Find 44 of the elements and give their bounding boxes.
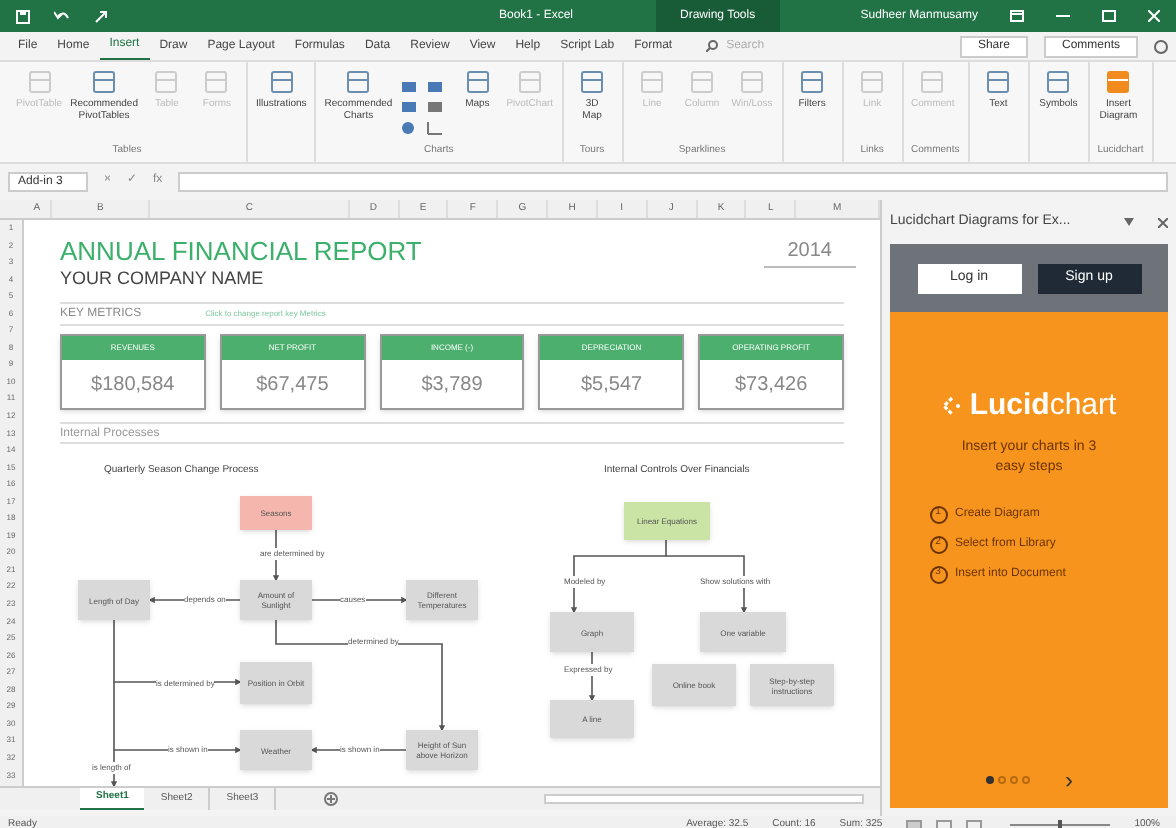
zoom-slider-thumb[interactable] bbox=[1058, 820, 1063, 828]
horizontal-scrollbar[interactable] bbox=[544, 794, 864, 804]
ribbon-display-icon bbox=[1010, 10, 1024, 22]
lucidchart-logo-icon bbox=[941, 396, 962, 417]
command-icon bbox=[269, 70, 294, 94]
add-sheet-icon bbox=[324, 792, 339, 806]
command-icon bbox=[27, 70, 52, 94]
next-button[interactable]: › bbox=[1065, 768, 1073, 792]
command-icon bbox=[800, 70, 825, 94]
undo-icon bbox=[54, 9, 70, 23]
metric-value: $3,789 bbox=[419, 371, 485, 399]
command-icon bbox=[920, 70, 945, 94]
command-icon bbox=[580, 70, 605, 94]
maximize-icon bbox=[1102, 10, 1116, 22]
report-title: ANNUAL FINANCIAL REPORT bbox=[60, 236, 422, 266]
command-icon bbox=[640, 70, 665, 94]
command-icon bbox=[986, 70, 1011, 94]
metric-value: $5,547 bbox=[578, 371, 645, 399]
command-icon bbox=[860, 70, 885, 94]
search-icon bbox=[706, 40, 719, 52]
command-icon bbox=[740, 70, 765, 94]
save-icon bbox=[16, 9, 30, 23]
formula-input[interactable] bbox=[178, 171, 1168, 191]
metric-value: $73,426 bbox=[733, 371, 810, 399]
command-icon bbox=[346, 70, 371, 94]
report-year: 2014 bbox=[763, 236, 856, 268]
close-icon bbox=[1158, 217, 1168, 227]
lucidchart-logo: Lucidchart bbox=[969, 386, 1117, 426]
command-icon bbox=[92, 70, 117, 94]
metric-value: $180,584 bbox=[89, 371, 177, 399]
command-icon bbox=[1046, 70, 1071, 94]
command-icon bbox=[517, 70, 542, 94]
command-icon bbox=[1106, 70, 1131, 94]
company-name: YOUR COMPANY NAME bbox=[60, 266, 266, 290]
connector-arrow bbox=[311, 596, 408, 604]
minimize-icon bbox=[1056, 10, 1070, 22]
command-icon bbox=[204, 70, 229, 94]
command-icon bbox=[690, 70, 715, 94]
metric-value: $67,475 bbox=[254, 371, 331, 399]
dropdown-icon bbox=[1124, 218, 1134, 226]
command-icon bbox=[465, 70, 490, 94]
command-icon bbox=[154, 70, 179, 94]
close-icon bbox=[1148, 10, 1160, 22]
view-modes-icon bbox=[906, 819, 987, 828]
